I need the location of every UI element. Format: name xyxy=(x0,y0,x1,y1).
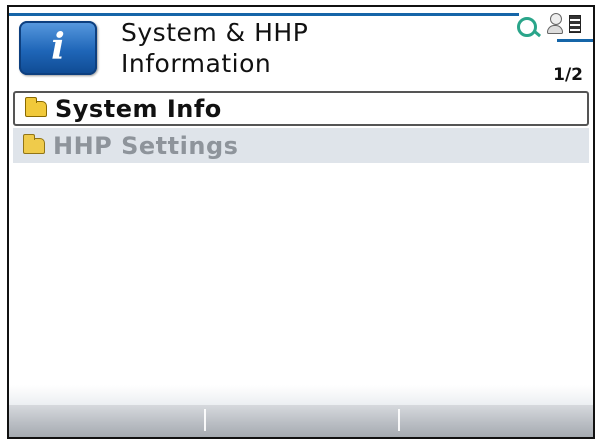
softkey-bar xyxy=(9,405,593,437)
info-icon-glyph: i xyxy=(51,26,65,68)
menu-list: System Info HHP Settings xyxy=(13,91,589,163)
bottom-fade xyxy=(9,385,593,405)
menu-item-label: HHP Settings xyxy=(53,131,239,160)
header: i System & HHP Information 1/2 xyxy=(9,7,593,91)
folder-icon xyxy=(23,133,45,154)
search-icon xyxy=(517,17,537,37)
softkey-left[interactable] xyxy=(9,405,204,437)
page-title-line2: Information xyxy=(121,49,272,78)
header-accent-line xyxy=(9,13,519,16)
folder-icon xyxy=(25,96,47,117)
page-title: System & HHP Information xyxy=(121,17,308,79)
status-icons xyxy=(509,11,589,41)
softkey-right[interactable] xyxy=(398,405,593,437)
page-title-line1: System & HHP xyxy=(121,18,309,47)
page-indicator: 1/2 xyxy=(553,65,583,85)
battery-icon xyxy=(569,15,581,33)
device-screen: i System & HHP Information 1/2 System In… xyxy=(7,5,595,439)
menu-item-label: System Info xyxy=(55,94,222,123)
menu-item-hhp-settings[interactable]: HHP Settings xyxy=(13,128,589,163)
user-icon xyxy=(547,13,563,37)
menu-item-system-info[interactable]: System Info xyxy=(13,91,589,126)
softkey-center[interactable] xyxy=(203,405,399,437)
info-app-icon: i xyxy=(19,21,97,75)
